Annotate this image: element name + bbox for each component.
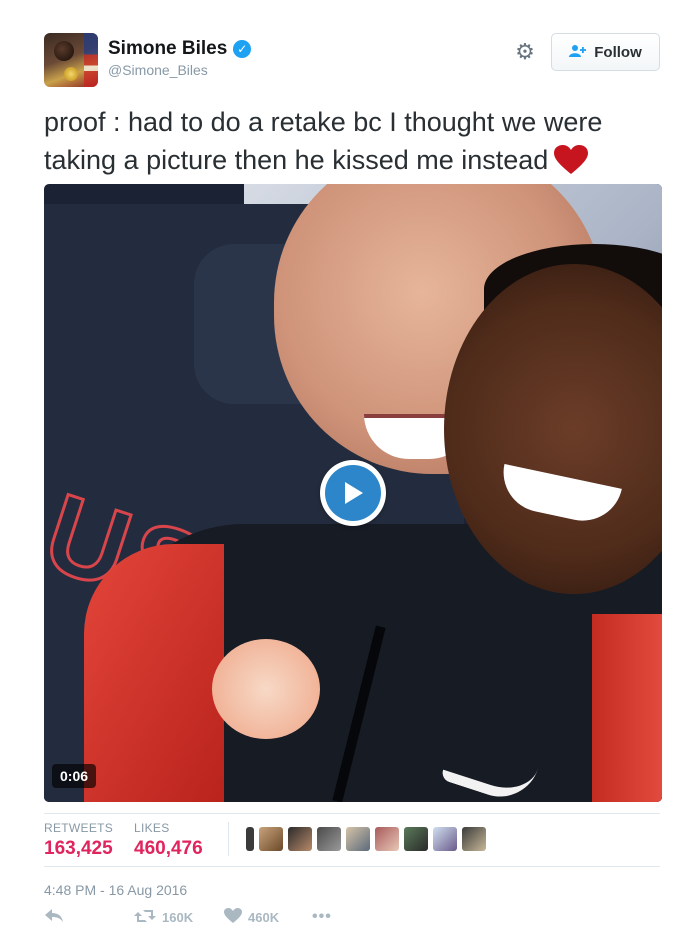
retweet-icon	[134, 908, 156, 927]
reply-button[interactable]	[44, 908, 64, 927]
divider	[228, 822, 229, 856]
follow-button[interactable]: Follow	[551, 33, 660, 71]
divider	[44, 866, 660, 867]
author-name[interactable]: Simone Biles ✓	[108, 38, 252, 60]
more-icon[interactable]: •••	[312, 908, 332, 926]
retweet-button[interactable]: 160K	[134, 908, 193, 927]
play-icon	[325, 465, 381, 521]
divider	[44, 813, 660, 814]
liker-avatar[interactable]	[259, 827, 283, 851]
heart-icon	[224, 907, 242, 927]
avatar[interactable]	[44, 33, 98, 87]
reply-icon	[44, 908, 64, 927]
retweets-value: 163,425	[44, 838, 113, 859]
tweet-timestamp[interactable]: 4:48 PM - 16 Aug 2016	[44, 882, 187, 898]
tweet-body: proof : had to do a retake bc I thought …	[44, 107, 603, 175]
tweet-text: proof : had to do a retake bc I thought …	[44, 103, 664, 185]
liker-avatar[interactable]	[462, 827, 486, 851]
play-button[interactable]	[320, 460, 386, 526]
display-name[interactable]: Simone Biles	[108, 38, 227, 60]
liker-avatar[interactable]	[375, 827, 399, 851]
likes-label: LIKES	[134, 821, 170, 835]
like-count: 460K	[248, 909, 280, 925]
video-duration: 0:06	[52, 764, 97, 788]
liker-avatar[interactable]	[433, 827, 457, 851]
gear-icon[interactable]: ⚙	[513, 40, 537, 64]
liker-avatar[interactable]	[317, 827, 341, 851]
tweet-card: Simone Biles ✓ @Simone_Biles ⚙ Follow pr…	[0, 0, 700, 944]
liker-avatar[interactable]	[404, 827, 428, 851]
retweets-stat[interactable]: RETWEETS 163,425	[44, 821, 113, 860]
red-heart-icon	[554, 145, 589, 185]
liker-avatar[interactable]	[288, 827, 312, 851]
author-handle[interactable]: @Simone_Biles	[108, 62, 208, 78]
add-user-icon	[569, 44, 587, 61]
like-button[interactable]: 460K	[224, 907, 280, 927]
liker-avatars	[246, 827, 486, 851]
verified-badge-icon: ✓	[233, 40, 252, 58]
retweets-label: RETWEETS	[44, 821, 114, 835]
retweet-count: 160K	[162, 909, 194, 925]
follow-label: Follow	[594, 43, 642, 61]
likes-stat[interactable]: LIKES 460,476	[134, 821, 203, 860]
video-player[interactable]: USA 0:06	[44, 184, 662, 802]
liker-avatar[interactable]	[346, 827, 370, 851]
likes-value: 460,476	[134, 838, 203, 859]
liker-avatar[interactable]	[246, 827, 254, 851]
